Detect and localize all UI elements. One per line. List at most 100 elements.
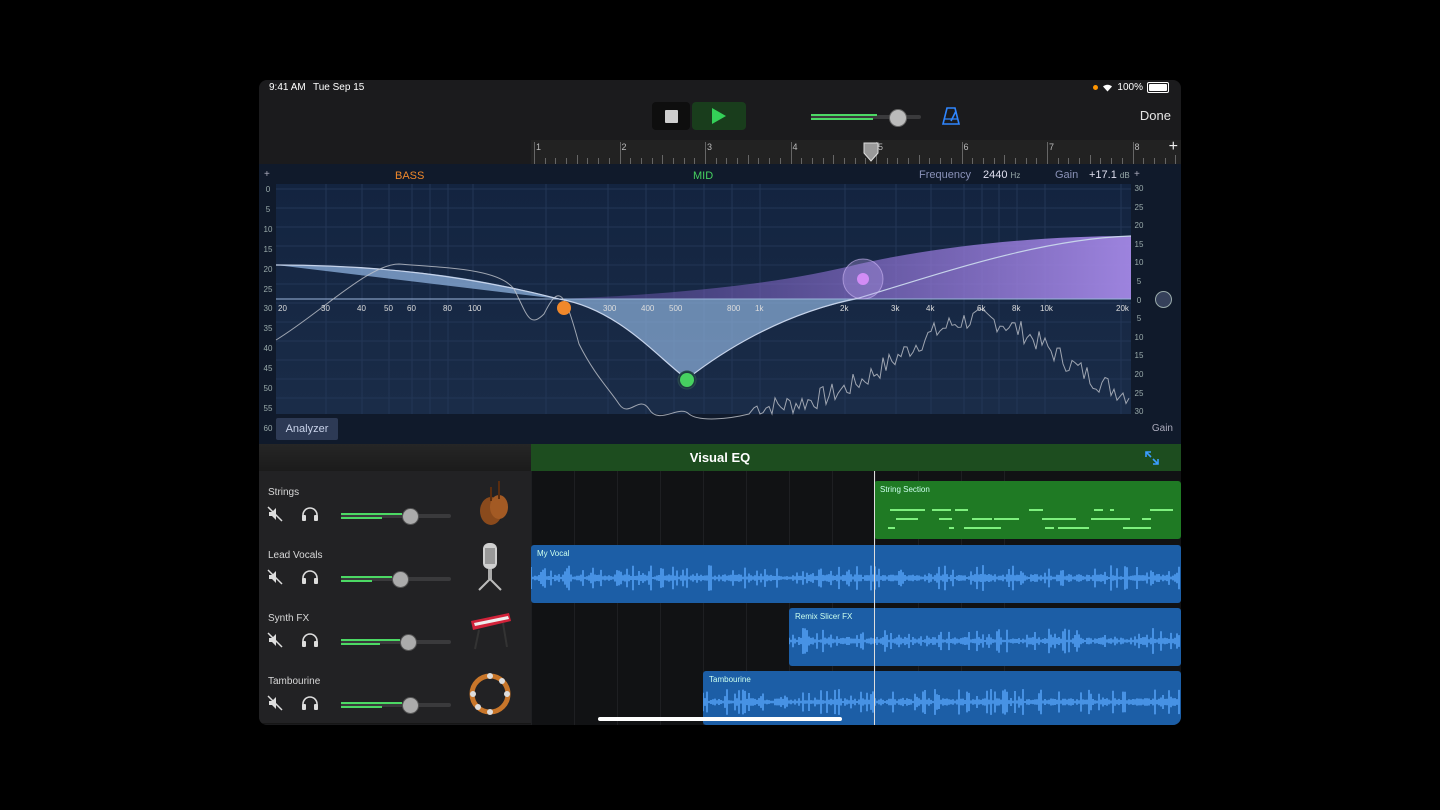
ruler-tick	[1089, 155, 1091, 164]
track-volume-slider[interactable]	[341, 508, 451, 525]
headphones-icon[interactable]	[301, 695, 319, 711]
mute-icon[interactable]	[267, 506, 283, 522]
metronome-icon[interactable]	[941, 106, 961, 126]
headphones-icon[interactable]	[301, 506, 319, 522]
track-header-strings[interactable]: Strings	[259, 471, 531, 535]
gain-scale-label: 30	[1134, 407, 1144, 417]
stop-button[interactable]	[652, 102, 690, 130]
db-scale-label: 55	[263, 403, 273, 413]
add-section-button[interactable]: +	[1169, 138, 1178, 156]
gain-scale-label: 20	[1134, 221, 1144, 231]
visual-eq-title-bar: Visual EQ	[259, 444, 1181, 471]
ruler-tick	[1132, 142, 1134, 164]
volume-fill-right	[341, 517, 382, 519]
volume-knob[interactable]	[392, 571, 409, 588]
gain-scale-label: 10	[1134, 332, 1144, 342]
status-date: Tue Sep 15	[313, 82, 365, 93]
master-volume-knob[interactable]	[889, 109, 907, 127]
eq-add-left-button[interactable]: +	[264, 169, 270, 180]
track-volume-slider[interactable]	[341, 697, 451, 714]
frequency-label-40: 40	[357, 304, 366, 313]
gain-scale-label: 30	[1134, 184, 1144, 193]
ruler-tick	[534, 142, 535, 164]
volume-fill-right	[341, 643, 380, 645]
timeline-ruler[interactable]: + 12345678	[531, 138, 1181, 164]
analyzer-button[interactable]: Analyzer	[276, 418, 338, 440]
master-volume-slider[interactable]	[811, 109, 921, 127]
gain-scale-label: 5	[1136, 277, 1142, 286]
db-scale-label: 10	[263, 224, 273, 234]
ruler-bar-3: 3	[707, 142, 713, 152]
volume-fill	[341, 702, 402, 704]
master-volume-fill	[811, 114, 877, 116]
mute-icon[interactable]	[267, 569, 283, 585]
frequency-label-10k: 10k	[1040, 304, 1053, 313]
playhead-handle[interactable]	[863, 142, 879, 162]
volume-knob[interactable]	[402, 697, 419, 714]
master-volume-fill-right	[811, 118, 873, 120]
gain-knob[interactable]	[1155, 291, 1172, 308]
track-volume-slider[interactable]	[341, 634, 451, 651]
db-scale-label: 50	[263, 384, 273, 393]
track-lanes[interactable]: String Section My Vocal Remix Slicer FX Tam…	[531, 471, 1181, 725]
frequency-label-2k: 2k	[840, 304, 849, 313]
track-header-synth-fx[interactable]: Synth FX	[259, 597, 531, 661]
db-scale-label: 60	[263, 423, 273, 433]
ruler-bar-1: 1	[536, 142, 542, 152]
headphones-icon[interactable]	[301, 569, 319, 585]
done-button[interactable]: Done	[1140, 108, 1171, 123]
home-indicator[interactable]	[598, 717, 842, 721]
region-remix-slicer-fx[interactable]: Remix Slicer FX	[789, 608, 1181, 666]
db-scale-label: 5	[265, 204, 271, 214]
frequency-label-60: 60	[407, 304, 416, 313]
frequency-label-20: 20	[278, 304, 287, 313]
microphone-icon	[478, 543, 502, 591]
ruler-bar-6: 6	[963, 142, 969, 152]
eq-add-right-button[interactable]: +	[1134, 169, 1140, 180]
headphones-icon[interactable]	[301, 632, 319, 648]
status-right: 100%	[1093, 82, 1169, 93]
track-header-tambourine[interactable]: Tambourine	[259, 660, 531, 724]
frequency-label-8k: 8k	[1012, 304, 1021, 313]
volume-knob[interactable]	[402, 508, 419, 525]
region-string-section[interactable]: String Section	[874, 481, 1181, 539]
db-scale-label: 45	[263, 364, 273, 374]
volume-knob[interactable]	[400, 634, 417, 651]
ruler-tick	[1004, 155, 1006, 164]
battery-icon	[1147, 82, 1169, 93]
frequency-label-50: 50	[384, 304, 393, 313]
frequency-label-100: 100	[468, 304, 482, 313]
mute-icon[interactable]	[267, 632, 283, 648]
play-button[interactable]	[692, 102, 746, 130]
region-my-vocal[interactable]: My Vocal	[531, 545, 1181, 603]
keyboard-icon	[471, 613, 511, 650]
mute-icon[interactable]	[267, 695, 283, 711]
high-band-handle[interactable]	[857, 273, 869, 285]
track-name: Lead Vocals	[268, 550, 323, 561]
recording-indicator-icon	[1093, 85, 1099, 90]
gain-scale-label: 15	[1134, 239, 1144, 249]
db-scale-label: 35	[263, 324, 273, 334]
frequency-label-1k: 1k	[755, 304, 764, 313]
ruler-tick	[747, 155, 749, 164]
region-waveform	[888, 509, 1173, 529]
mid-band-handle[interactable]	[680, 373, 694, 387]
track-volume-slider[interactable]	[341, 571, 451, 588]
db-scale-label: 15	[263, 244, 273, 254]
ruler-tick	[790, 142, 792, 164]
frequency-label-30: 30	[321, 304, 330, 313]
volume-fill	[341, 576, 392, 578]
expand-icon[interactable]	[1143, 449, 1161, 467]
status-time: 9:41 AM	[269, 82, 306, 93]
frequency-value: 2440 Hz	[983, 169, 1020, 181]
gain-scale-label: 25	[1134, 202, 1144, 212]
bass-band-handle[interactable]	[557, 301, 571, 315]
gain-scale-label: 25	[1134, 388, 1144, 398]
ruler-tick	[961, 142, 963, 164]
visual-eq-title: Visual EQ	[689, 450, 751, 465]
ruler-tick	[662, 155, 664, 164]
track-header-lead-vocals[interactable]: Lead Vocals	[259, 534, 531, 598]
track-name: Synth FX	[268, 613, 310, 624]
visual-eq-panel[interactable]: + BASS MID Frequency 2440 Hz Gain +17.1 …	[259, 164, 1181, 444]
gain-unit: dB	[1119, 171, 1130, 180]
